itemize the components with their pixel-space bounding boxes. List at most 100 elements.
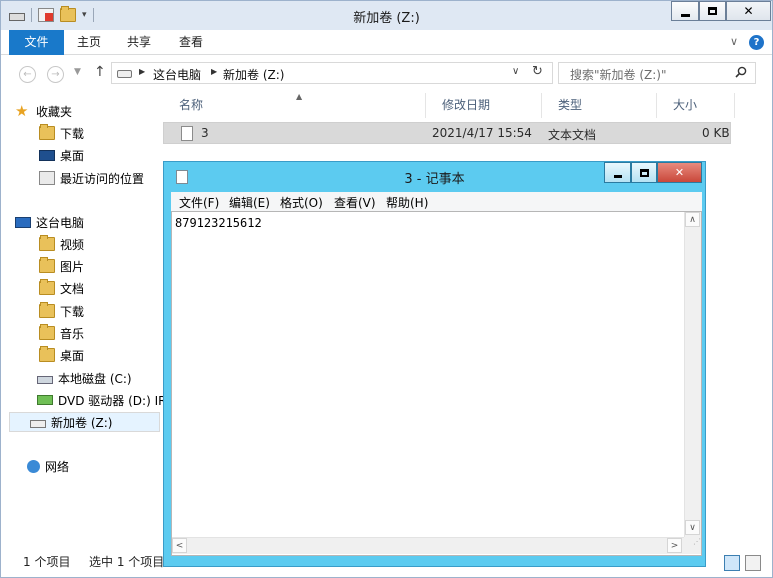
close-icon: ✕: [743, 4, 754, 18]
arrow-right-icon: →: [51, 69, 60, 80]
sort-ascending-icon: ▲: [296, 92, 303, 101]
arrow-up-icon: ↑: [94, 64, 106, 80]
sidebar-item-downloads[interactable]: 下载: [39, 123, 84, 143]
documents-folder-icon: [39, 279, 55, 295]
explorer-titlebar: ▾ 新加卷 (Z:) ✕: [1, 1, 772, 30]
desktop-folder-icon: [39, 346, 55, 362]
notepad-text-area[interactable]: 879123215612 ∧ ∨ < > ⋰: [171, 211, 702, 556]
menu-help[interactable]: 帮助(H): [386, 194, 428, 211]
sidebar-item-desktop[interactable]: 桌面: [39, 145, 84, 165]
notepad-window: 3 - 记事本 ✕ 文件(F) 编辑(E) 格式(O) 查看(V) 帮助(H) …: [163, 161, 706, 567]
expand-ribbon-icon[interactable]: ∨: [730, 35, 738, 48]
sidebar-item-downloads-pc[interactable]: 下载: [39, 301, 84, 321]
breadcrumb-volume[interactable]: 新加卷 (Z:): [223, 66, 284, 83]
scroll-up-icon[interactable]: ∧: [685, 212, 700, 227]
menu-format[interactable]: 格式(O): [280, 194, 323, 211]
refresh-icon[interactable]: ↻: [532, 64, 543, 79]
file-name: 3: [201, 126, 209, 140]
search-box[interactable]: 搜索"新加卷 (Z:)": [558, 62, 756, 84]
breadcrumb-separator-icon[interactable]: ▶: [211, 67, 217, 76]
tab-view[interactable]: 查看: [179, 30, 203, 55]
recent-places-icon: [39, 171, 55, 185]
minimize-icon: [680, 13, 690, 17]
column-header-name[interactable]: 名称: [163, 93, 426, 118]
sidebar-item-label: 网络: [45, 459, 70, 474]
resize-grip-icon[interactable]: ⋰: [684, 537, 701, 554]
address-bar[interactable]: ▶ 这台电脑 ▶ 新加卷 (Z:) ∨ ↻: [111, 62, 553, 84]
sidebar-item-this-pc[interactable]: 这台电脑: [15, 212, 84, 232]
address-dropdown-icon[interactable]: ∨: [512, 66, 519, 77]
sidebar-item-label: 本地磁盘 (C:): [58, 371, 132, 386]
details-view-icon[interactable]: [724, 555, 740, 571]
recent-locations-icon[interactable]: ▼: [74, 67, 81, 77]
drive-icon: [117, 70, 132, 78]
vertical-scrollbar[interactable]: ∧ ∨: [684, 212, 701, 537]
breadcrumb-separator-icon[interactable]: ▶: [139, 67, 145, 76]
file-row[interactable]: 3 2021/4/17 15:54 文本文档 0 KB: [163, 122, 731, 144]
sidebar-item-label: 音乐: [60, 326, 85, 341]
scroll-left-icon[interactable]: <: [172, 538, 187, 553]
sidebar-item-dvd-drive[interactable]: DVD 驱动器 (D:) IR: [37, 390, 166, 410]
dvd-drive-icon: [37, 395, 53, 405]
breadcrumb-this-pc[interactable]: 这台电脑: [153, 66, 201, 83]
notepad-content[interactable]: 879123215612: [175, 216, 262, 230]
file-size: 0 KB: [702, 126, 730, 140]
tab-file[interactable]: 文件: [9, 30, 64, 55]
music-folder-icon: [39, 324, 55, 340]
scroll-right-icon[interactable]: >: [667, 538, 682, 553]
computer-icon: [15, 216, 31, 228]
sidebar-item-documents[interactable]: 文档: [39, 278, 84, 298]
desktop-icon: [39, 149, 55, 161]
notepad-close-button[interactable]: ✕: [657, 162, 702, 183]
status-item-count: 1 个项目: [23, 555, 71, 569]
help-icon[interactable]: ?: [749, 35, 764, 50]
column-header-type[interactable]: 类型: [542, 93, 657, 118]
close-icon: ✕: [674, 166, 685, 179]
star-icon: ★: [15, 102, 29, 120]
back-button[interactable]: ←: [19, 66, 36, 83]
sidebar-item-label: 文档: [60, 281, 85, 296]
sidebar-item-network[interactable]: 网络: [27, 456, 69, 476]
up-button[interactable]: ↑: [94, 64, 106, 80]
sidebar-item-label: 下载: [60, 126, 85, 141]
scroll-down-icon[interactable]: ∨: [685, 520, 700, 535]
local-disk-icon: [37, 376, 53, 384]
arrow-left-icon: ←: [23, 69, 32, 80]
sidebar-item-label: 这台电脑: [36, 215, 85, 230]
sidebar-item-label: 下载: [60, 304, 85, 319]
close-button[interactable]: ✕: [726, 1, 771, 21]
tab-home[interactable]: 主页: [77, 30, 101, 55]
sidebar-item-label: 图片: [60, 259, 85, 274]
sidebar-item-favorites[interactable]: ★ 收藏夹: [15, 101, 72, 121]
search-icon[interactable]: [735, 66, 747, 78]
downloads-folder-icon: [39, 302, 55, 318]
drive-icon: [30, 420, 46, 428]
column-header-modified[interactable]: 修改日期: [426, 93, 542, 118]
notepad-minimize-button[interactable]: [604, 162, 631, 183]
menu-view[interactable]: 查看(V): [334, 194, 376, 211]
menu-edit[interactable]: 编辑(E): [229, 194, 270, 211]
sidebar-item-local-disk[interactable]: 本地磁盘 (C:): [37, 368, 132, 388]
maximize-button[interactable]: [699, 1, 726, 21]
forward-button[interactable]: →: [47, 66, 64, 83]
large-icons-view-icon[interactable]: [745, 555, 761, 571]
column-header-size[interactable]: 大小: [657, 93, 735, 118]
sidebar-item-recent[interactable]: 最近访问的位置: [39, 168, 144, 188]
videos-folder-icon: [39, 235, 55, 251]
sidebar-item-label: 桌面: [60, 348, 85, 363]
minimize-button[interactable]: [671, 1, 699, 21]
navigation-pane: ★ 收藏夹 下载 桌面 最近访问的位置 这台电脑 视频 图片 文档 下载 音乐 …: [1, 93, 166, 540]
file-modified: 2021/4/17 15:54: [432, 126, 532, 140]
sidebar-item-videos[interactable]: 视频: [39, 234, 84, 254]
notepad-maximize-button[interactable]: [631, 162, 657, 183]
tab-share[interactable]: 共享: [127, 30, 151, 55]
sidebar-item-volume-z[interactable]: 新加卷 (Z:): [9, 412, 160, 432]
menu-file[interactable]: 文件(F): [179, 194, 219, 211]
ribbon: 文件 主页 共享 查看 ∨ ?: [1, 30, 772, 55]
sidebar-item-music[interactable]: 音乐: [39, 323, 84, 343]
horizontal-scrollbar[interactable]: < >: [172, 537, 684, 554]
sidebar-item-label: 收藏夹: [36, 104, 73, 119]
sidebar-item-pictures[interactable]: 图片: [39, 256, 84, 276]
sidebar-item-desktop-pc[interactable]: 桌面: [39, 345, 84, 365]
sidebar-item-label: DVD 驱动器 (D:) IR: [58, 393, 167, 408]
